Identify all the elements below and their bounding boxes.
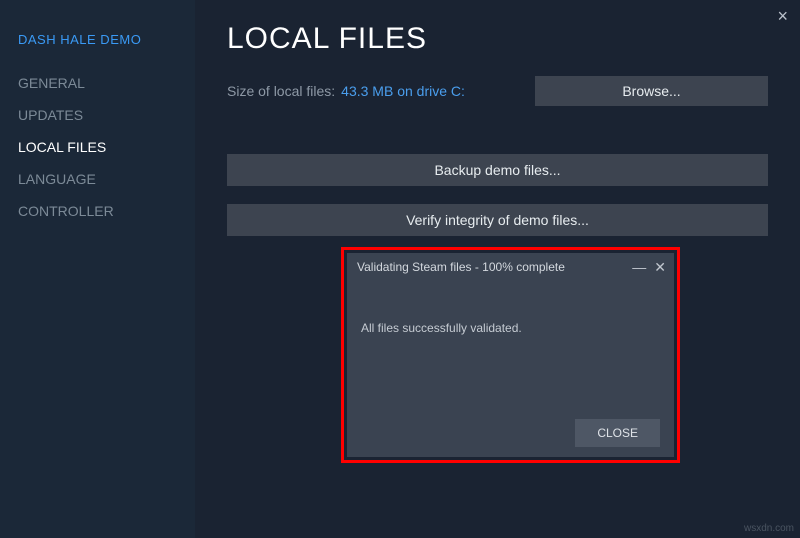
dialog-title: Validating Steam files - 100% complete bbox=[357, 260, 565, 274]
sidebar: DASH HALE DEMO GENERAL UPDATES LOCAL FIL… bbox=[0, 0, 195, 538]
verify-button[interactable]: Verify integrity of demo files... bbox=[227, 204, 768, 236]
size-value[interactable]: 43.3 MB on drive C: bbox=[341, 83, 465, 99]
dialog-window-controls: — ✕ bbox=[632, 260, 666, 274]
nav-item-local-files[interactable]: LOCAL FILES bbox=[18, 139, 195, 155]
app-title: DASH HALE DEMO bbox=[18, 32, 195, 47]
dialog-highlight: Validating Steam files - 100% complete —… bbox=[341, 247, 680, 463]
size-row: Size of local files: 43.3 MB on drive C:… bbox=[227, 76, 768, 106]
size-label: Size of local files: bbox=[227, 83, 335, 99]
close-button[interactable]: CLOSE bbox=[575, 419, 660, 447]
nav-item-controller[interactable]: CONTROLLER bbox=[18, 203, 195, 219]
page-title: LOCAL FILES bbox=[227, 22, 768, 56]
minimize-icon[interactable]: — bbox=[632, 260, 646, 274]
browse-button[interactable]: Browse... bbox=[535, 76, 768, 106]
watermark: wsxdn.com bbox=[744, 523, 794, 534]
dialog-body: All files successfully validated. CLOSE bbox=[347, 281, 674, 457]
validation-dialog: Validating Steam files - 100% complete —… bbox=[347, 253, 674, 457]
dialog-close-icon[interactable]: ✕ bbox=[654, 260, 666, 274]
dialog-footer: CLOSE bbox=[361, 419, 660, 447]
nav-item-general[interactable]: GENERAL bbox=[18, 75, 195, 91]
nav-item-updates[interactable]: UPDATES bbox=[18, 107, 195, 123]
nav-item-language[interactable]: LANGUAGE bbox=[18, 171, 195, 187]
backup-button[interactable]: Backup demo files... bbox=[227, 154, 768, 186]
dialog-message: All files successfully validated. bbox=[361, 321, 660, 335]
dialog-titlebar: Validating Steam files - 100% complete —… bbox=[347, 253, 674, 281]
